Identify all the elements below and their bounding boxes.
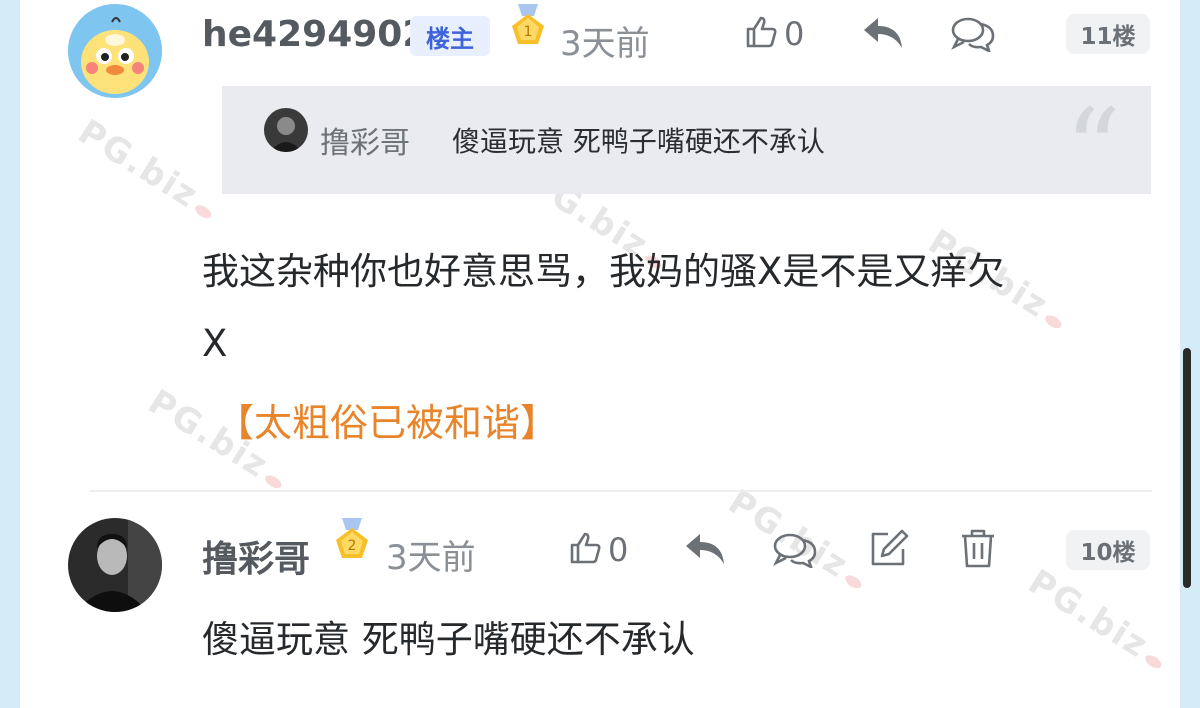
- like-count: 0: [608, 531, 629, 569]
- username[interactable]: he4294902: [202, 14, 427, 55]
- username[interactable]: 撸彩哥: [202, 530, 310, 582]
- avatar[interactable]: [68, 518, 162, 612]
- quote-avatar[interactable]: [264, 108, 308, 152]
- reply-button[interactable]: [684, 532, 726, 570]
- comment-icon: [950, 16, 996, 56]
- medal-icon: 2: [332, 518, 372, 566]
- svg-text:1: 1: [524, 24, 533, 40]
- like-button[interactable]: 0: [568, 530, 628, 570]
- comment-text-line: X: [202, 322, 228, 365]
- comment-text: 我这杂种你也好意思骂，我妈的骚X是不是又痒欠 X: [202, 236, 1004, 380]
- moderation-note: 【太粗俗已被和谐】: [216, 401, 559, 445]
- floor-badge: 11楼: [1066, 14, 1150, 54]
- quote-mark-icon: “: [1064, 85, 1121, 213]
- reply-icon: [684, 532, 726, 570]
- scrollbar[interactable]: [1183, 348, 1191, 588]
- comment-button[interactable]: [772, 532, 818, 572]
- comment-icon: [772, 532, 818, 572]
- timestamp: 3天前: [386, 538, 476, 578]
- svg-text:2: 2: [348, 538, 357, 554]
- reply-button[interactable]: [862, 16, 904, 54]
- comment-text-line: 我这杂种你也好意思骂，我妈的骚X是不是又痒欠: [202, 250, 1005, 293]
- floor-badge: 10楼: [1066, 530, 1150, 570]
- comment-button[interactable]: [950, 16, 996, 56]
- edit-button[interactable]: [868, 528, 910, 572]
- medal-icon: 1: [508, 4, 548, 52]
- divider: [90, 490, 1152, 492]
- watermark: PG.biz: [71, 112, 224, 228]
- comment-text: 傻逼玩意 死鸭子嘴硬还不承认: [202, 618, 695, 661]
- comment-list: PG.biz PG.biz PG.biz PG.biz PG.biz PG.bi…: [20, 0, 1180, 708]
- quote-block[interactable]: 撸彩哥 傻逼玩意 死鸭子嘴硬还不承认 “: [222, 86, 1151, 204]
- quote-username[interactable]: 撸彩哥: [320, 118, 410, 162]
- edit-icon: [868, 528, 910, 572]
- host-badge: 楼主: [410, 16, 490, 56]
- timestamp: 3天前: [560, 24, 650, 64]
- avatar[interactable]: [68, 4, 162, 98]
- like-count: 0: [784, 15, 805, 53]
- like-icon: [568, 530, 604, 570]
- like-button[interactable]: 0: [744, 14, 804, 54]
- reply-icon: [862, 16, 904, 54]
- delete-button[interactable]: [960, 528, 996, 572]
- like-icon: [744, 14, 780, 54]
- quote-text: 傻逼玩意 死鸭子嘴硬还不承认: [452, 125, 825, 158]
- delete-icon: [960, 528, 996, 572]
- watermark: PG.biz: [1021, 562, 1174, 678]
